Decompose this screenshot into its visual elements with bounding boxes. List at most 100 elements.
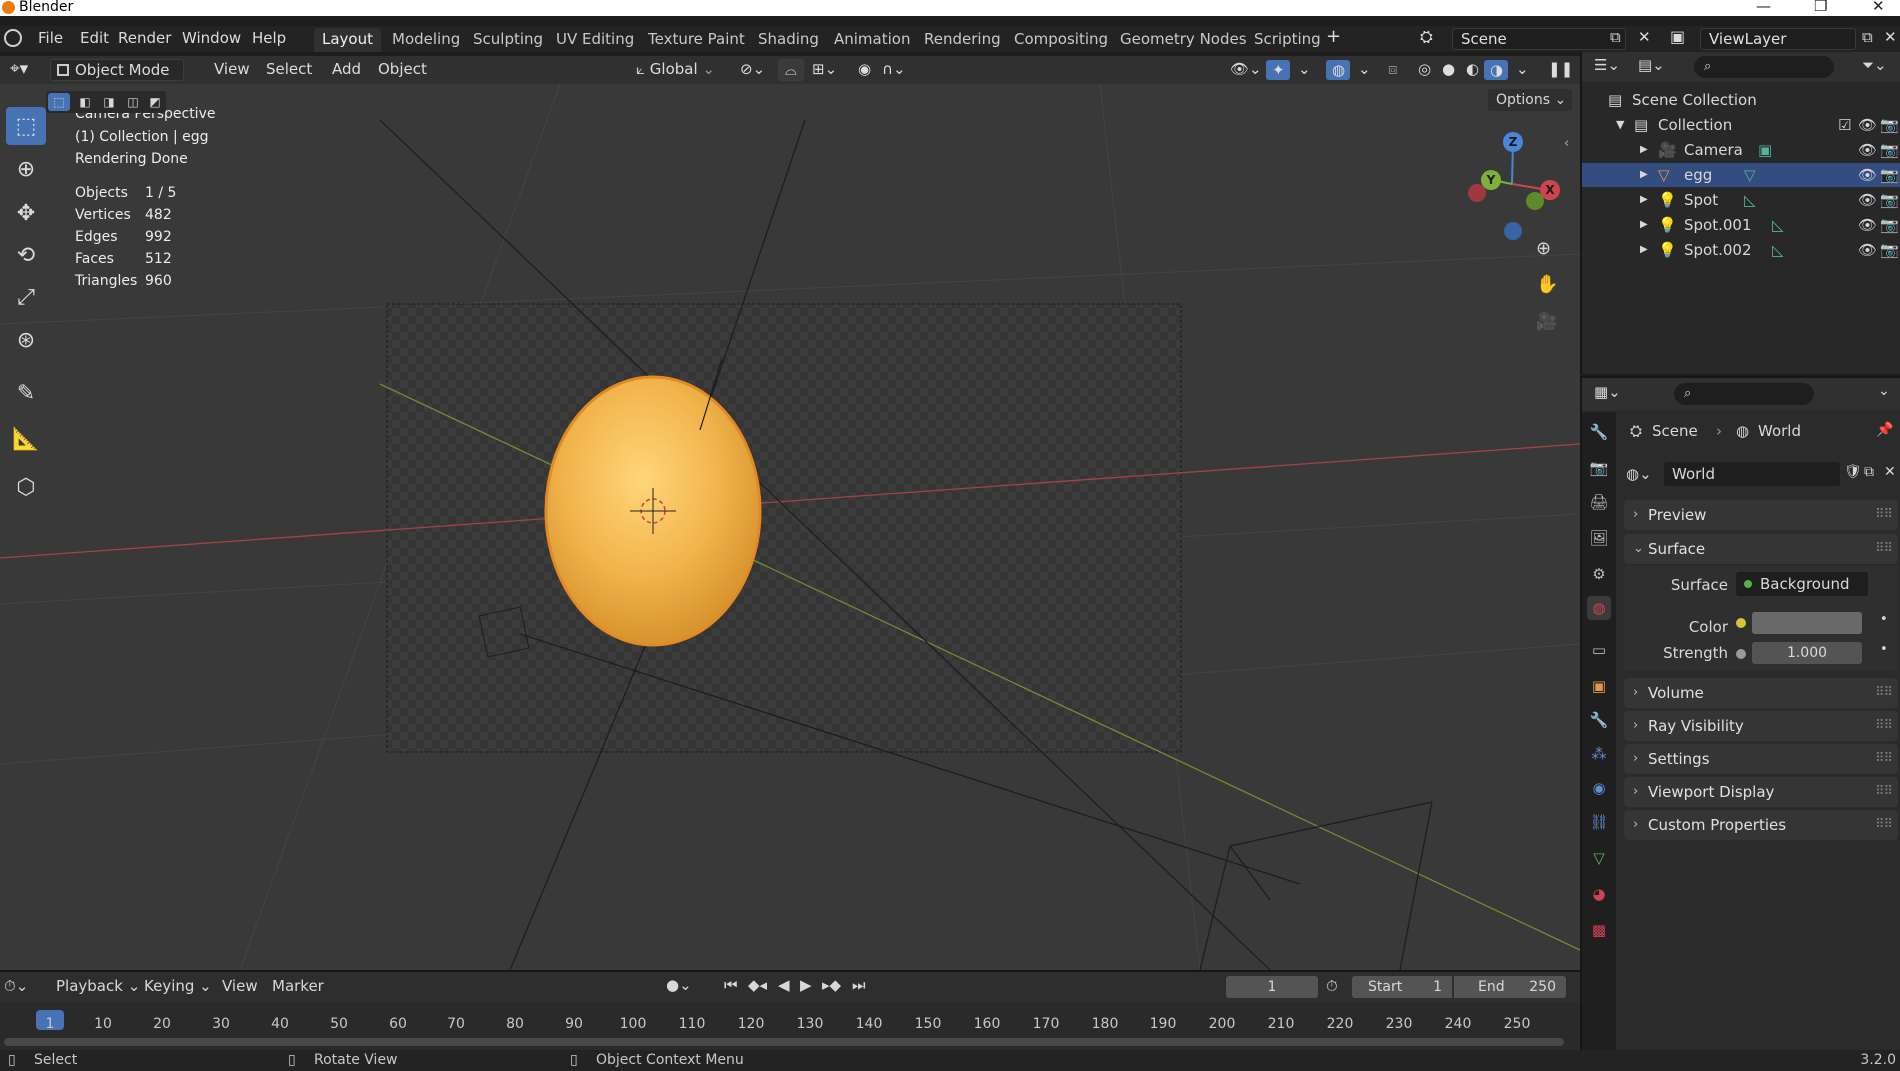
select-subtract-icon[interactable]: ◨: [98, 93, 120, 111]
panel-volume[interactable]: › Volume ⠿⠿: [1624, 678, 1898, 708]
display-mode-icon[interactable]: ▤⌄: [1638, 56, 1665, 74]
pin-icon[interactable]: 📌: [1876, 422, 1893, 438]
overlays-toggle-icon[interactable]: ◍: [1326, 60, 1350, 80]
panel-custom-properties[interactable]: › Custom Properties ⠿⠿: [1624, 810, 1898, 840]
material-tab-icon[interactable]: ◕: [1587, 882, 1611, 906]
output-tab-icon[interactable]: 🖨: [1587, 490, 1611, 514]
surface-shader-field[interactable]: Background: [1736, 572, 1868, 596]
new-scene-icon[interactable]: ⧉: [1604, 28, 1627, 46]
transform-tool[interactable]: ⊛: [6, 321, 46, 359]
solid-shading-icon[interactable]: ●: [1436, 59, 1461, 81]
tab-sculpting[interactable]: Sculpting: [465, 28, 551, 52]
tab-compositing[interactable]: Compositing: [1006, 28, 1116, 52]
select-invert-icon[interactable]: ◫: [122, 93, 144, 111]
tool-tab-icon[interactable]: 🔧: [1587, 420, 1611, 444]
add-workspace-icon[interactable]: +: [1320, 26, 1347, 47]
scale-tool[interactable]: ⤢: [6, 278, 46, 316]
menu-render[interactable]: Render: [112, 29, 177, 47]
render-camera-icon[interactable]: 📷: [1880, 138, 1899, 162]
measure-tool[interactable]: 📐: [6, 420, 46, 458]
eye-icon[interactable]: 👁: [1858, 213, 1877, 237]
filter-icon[interactable]: ⏷⌄: [1862, 56, 1887, 74]
proportional-edit-icon[interactable]: ◉: [852, 59, 877, 81]
expand-right-icon[interactable]: ▶: [1640, 213, 1648, 237]
panel-viewport-display[interactable]: › Viewport Display ⠿⠿: [1624, 777, 1898, 807]
gizmo-z-axis[interactable]: Z: [1503, 132, 1523, 152]
outliner-item[interactable]: ▶ ▽ egg ▽ 👁 📷: [1582, 163, 1900, 187]
texture-tab-icon[interactable]: ▩: [1587, 918, 1611, 942]
gizmo-neg-x[interactable]: [1468, 184, 1486, 202]
eye-icon[interactable]: 👁: [1858, 163, 1877, 187]
falloff-icon[interactable]: ∩⌄: [876, 59, 912, 81]
keyframe-dot-icon[interactable]: •: [1880, 642, 1888, 657]
eye-icon[interactable]: 👁: [1858, 188, 1877, 212]
3d-viewport[interactable]: Camera Perspective (1) Collection | egg …: [0, 84, 1580, 970]
eye-icon[interactable]: 👁: [1858, 238, 1877, 262]
outliner-editor-icon[interactable]: ☰⌄: [1594, 56, 1620, 74]
gizmo-neg-z[interactable]: [1504, 222, 1522, 240]
move-tool[interactable]: ✥: [6, 194, 46, 232]
eye-icon[interactable]: 👁: [1858, 138, 1877, 162]
menu-edit[interactable]: Edit: [74, 29, 115, 47]
menu-view[interactable]: View: [208, 59, 256, 81]
color-socket-icon[interactable]: [1736, 618, 1746, 628]
expand-right-icon[interactable]: ▶: [1640, 163, 1648, 187]
blender-menu-icon[interactable]: [4, 29, 22, 47]
tab-uv-editing[interactable]: UV Editing: [548, 28, 642, 52]
render-camera-icon[interactable]: 📷: [1880, 213, 1899, 237]
rotate-tool[interactable]: ⟲: [6, 236, 46, 274]
expand-right-icon[interactable]: ▶: [1640, 138, 1648, 162]
snap-icon[interactable]: ⌓: [778, 59, 804, 81]
wireframe-shading-icon[interactable]: ◎: [1412, 59, 1437, 81]
menu-window[interactable]: Window: [176, 29, 247, 47]
menu-add[interactable]: Add: [326, 59, 367, 81]
checkbox-icon[interactable]: ☑: [1838, 113, 1851, 137]
restore-icon[interactable]: ❐: [1814, 0, 1827, 14]
outliner-collection[interactable]: ▼ ▤ Collection ☑ 👁 📷: [1582, 113, 1900, 137]
menu-select[interactable]: Select: [260, 59, 318, 81]
physics-tab-icon[interactable]: ◉: [1587, 776, 1611, 800]
scene-tab-icon[interactable]: ⚙: [1587, 562, 1611, 586]
mode-dropdown[interactable]: Object Mode ⌄: [50, 59, 184, 99]
drag-handle-icon[interactable]: ⠿⠿: [1875, 777, 1893, 807]
outliner-item[interactable]: ▶ 💡 Spot ◺ 👁 📷: [1582, 188, 1900, 212]
gizmo-dropdown-icon[interactable]: ⌄: [1292, 59, 1317, 81]
xray-icon[interactable]: ⧈: [1382, 59, 1404, 81]
properties-editor-icon[interactable]: ▦⌄: [1594, 383, 1621, 401]
constraints-tab-icon[interactable]: ⛓: [1587, 810, 1611, 834]
frame-ruler[interactable]: 1 10 20 30 40 50 60 70 80 90 100 110 120…: [0, 972, 1580, 1052]
tab-shading[interactable]: Shading: [750, 28, 827, 52]
pan-hand-icon[interactable]: ✋: [1536, 274, 1558, 295]
menu-file[interactable]: File: [32, 29, 69, 47]
drag-handle-icon[interactable]: ⠿⠿: [1875, 534, 1893, 564]
select-box-tool[interactable]: ⬚: [6, 107, 46, 145]
render-camera-icon[interactable]: 📷: [1880, 113, 1899, 137]
viewlayer-field[interactable]: ViewLayer: [1700, 28, 1856, 50]
select-new-icon[interactable]: ⬚: [48, 93, 70, 111]
render-tab-icon[interactable]: 📷: [1587, 456, 1611, 480]
world-tab-icon[interactable]: ◍: [1587, 596, 1611, 620]
tab-geometry-nodes[interactable]: Geometry Nodes: [1112, 28, 1255, 52]
timeline-scrollbar[interactable]: [4, 1038, 1564, 1046]
scene-field[interactable]: Scene: [1452, 28, 1626, 50]
object-tab-icon[interactable]: ▣: [1587, 674, 1611, 698]
drag-handle-icon[interactable]: ⠿⠿: [1875, 744, 1893, 774]
world-name-field[interactable]: World: [1664, 462, 1840, 486]
particles-tab-icon[interactable]: ⁂: [1587, 742, 1611, 766]
drag-handle-icon[interactable]: ⠿⠿: [1875, 678, 1893, 708]
panel-ray-visibility[interactable]: › Ray Visibility ⠿⠿: [1624, 711, 1898, 741]
outliner-item[interactable]: ▶ 💡 Spot.002 ◺ 👁 📷: [1582, 238, 1900, 262]
eye-icon[interactable]: 👁: [1858, 113, 1877, 137]
delete-scene-icon[interactable]: ✕: [1632, 28, 1657, 46]
new-viewlayer-icon[interactable]: ⧉: [1856, 28, 1879, 46]
world-browse-icon[interactable]: ◍⌄: [1626, 462, 1660, 486]
panel-surface[interactable]: ⌄ Surface ⠿⠿: [1624, 534, 1898, 564]
data-tab-icon[interactable]: ▽: [1587, 846, 1611, 870]
fake-user-icon[interactable]: 🛡: [1844, 464, 1862, 480]
tab-rendering[interactable]: Rendering: [916, 28, 1009, 52]
pivot-icon[interactable]: ⊘⌄: [734, 59, 771, 81]
color-swatch[interactable]: [1752, 612, 1862, 634]
select-intersect-icon[interactable]: ◩: [144, 93, 166, 111]
viewlayer-selector-icon[interactable]: ▣: [1664, 27, 1691, 46]
modifier-tab-icon[interactable]: 🔧: [1587, 708, 1611, 732]
